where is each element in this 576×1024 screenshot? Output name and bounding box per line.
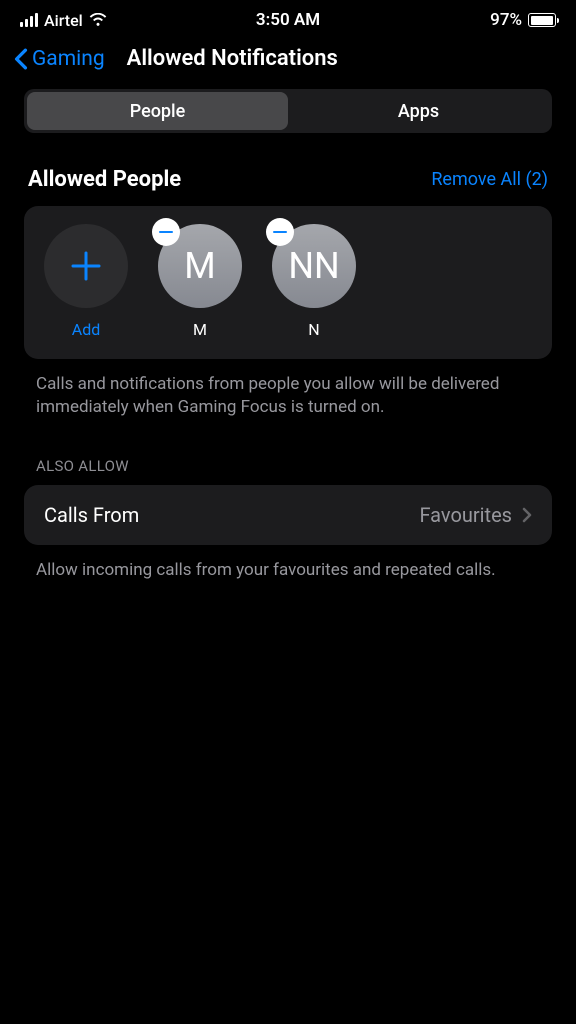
status-bar: Airtel 3:50 AM 97% [0,0,576,36]
calls-from-right: Favourites [419,503,532,527]
calls-from-row[interactable]: Calls From Favourites [24,485,552,545]
contact-name: N [308,320,319,339]
remove-person-button[interactable] [266,218,294,246]
people-row: Add M M NN N [44,224,532,339]
status-right: 97% [490,10,556,30]
calls-from-value: Favourites [419,503,512,527]
contact-initials: M [184,245,215,287]
remove-all-button[interactable]: Remove All (2) [431,169,548,190]
chevron-left-icon [14,48,28,70]
add-person[interactable]: Add [44,224,128,339]
battery-percentage: 97% [490,10,522,30]
wifi-icon [89,13,107,27]
segmented-control-wrap: People Apps [0,89,576,133]
segment-people[interactable]: People [27,92,288,130]
add-label: Add [72,320,100,339]
status-time: 3:50 AM [256,10,320,30]
back-label: Gaming [32,47,105,71]
calls-from-label: Calls From [44,503,139,527]
allowed-person[interactable]: M M [158,224,242,339]
allowed-people-card: Add M M NN N [24,206,552,359]
allowed-people-description: Calls and notifications from people you … [0,359,576,419]
battery-icon [528,13,556,27]
also-allow-header: ALSO ALLOW [0,419,576,485]
contact-avatar: M [158,224,242,308]
calls-from-description: Allow incoming calls from your favourite… [0,545,576,582]
carrier-label: Airtel [44,11,83,30]
contact-initials: NN [288,245,339,287]
nav-header: Gaming Allowed Notifications [0,36,576,89]
contact-avatar: NN [272,224,356,308]
minus-icon [273,231,287,234]
segmented-control: People Apps [24,89,552,133]
allowed-person[interactable]: NN N [272,224,356,339]
contact-name: M [193,320,207,339]
plus-icon [69,249,103,283]
signal-icon [20,13,38,27]
chevron-right-icon [522,507,532,523]
minus-icon [159,231,173,234]
calls-from-card: Calls From Favourites [24,485,552,545]
remove-person-button[interactable] [152,218,180,246]
status-left: Airtel [20,11,107,30]
segment-apps[interactable]: Apps [288,92,549,130]
allowed-people-title: Allowed People [28,167,181,192]
add-avatar[interactable] [44,224,128,308]
allowed-people-header: Allowed People Remove All (2) [0,133,576,206]
battery-fill [531,16,553,25]
page-title: Allowed Notifications [127,46,338,71]
back-button[interactable]: Gaming [14,47,105,71]
